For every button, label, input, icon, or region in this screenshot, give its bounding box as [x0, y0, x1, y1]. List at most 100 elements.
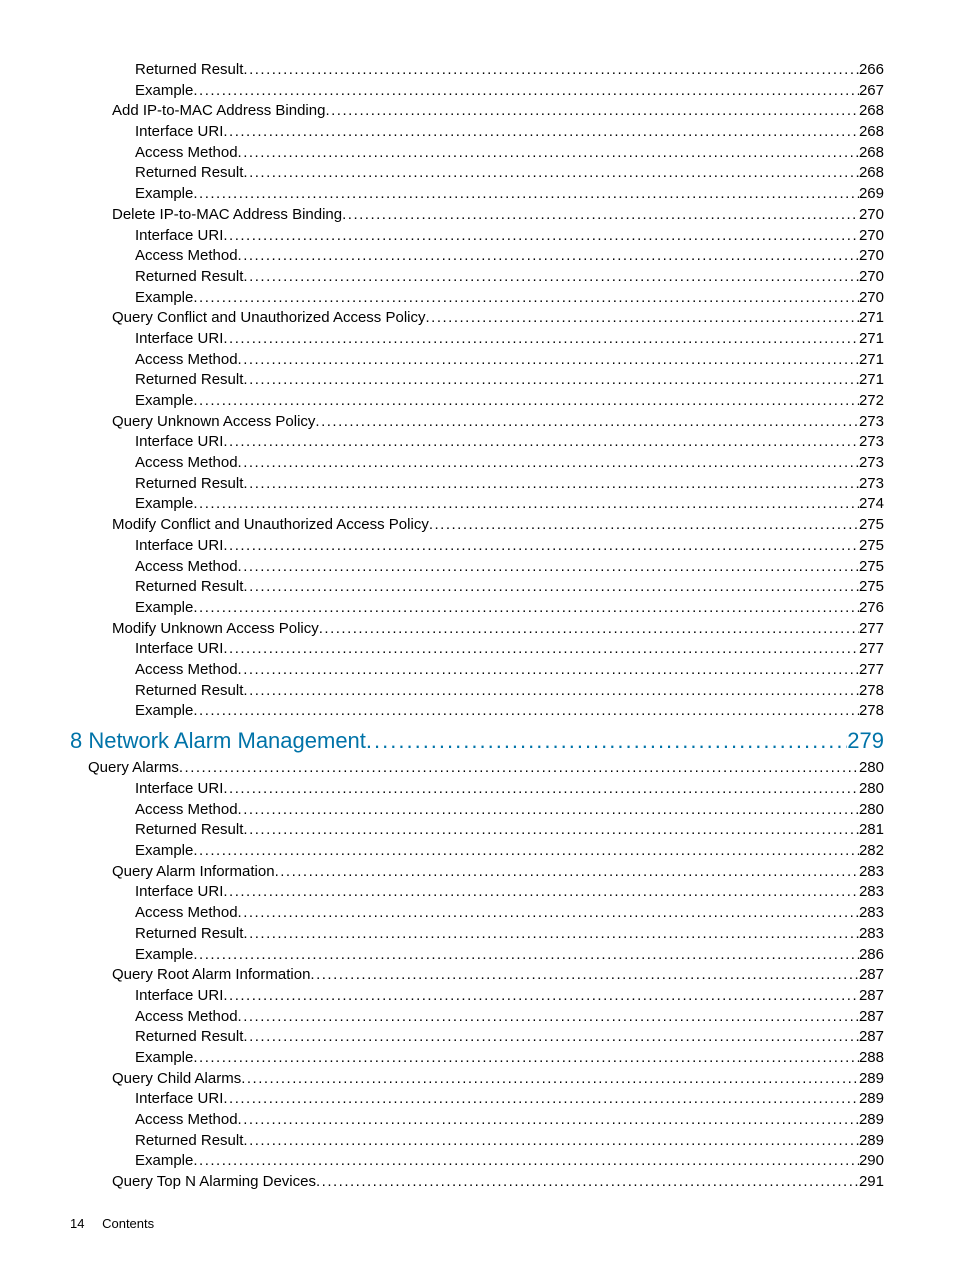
toc-entry[interactable]: Interface URI270: [70, 226, 884, 247]
toc-entry-page: 270: [859, 205, 884, 226]
toc-entry-page: 289: [859, 1131, 884, 1152]
toc-entry-label: Returned Result: [135, 1131, 243, 1152]
toc-dot-leader: [243, 577, 859, 598]
toc-dot-leader: [238, 800, 859, 821]
toc-entry[interactable]: Access Method289: [70, 1110, 884, 1131]
toc-entry[interactable]: Add IP-to-MAC Address Binding268: [70, 101, 884, 122]
toc-entry[interactable]: Access Method270: [70, 246, 884, 267]
toc-entry[interactable]: Interface URI287: [70, 986, 884, 1007]
toc-entry-label: Example: [135, 391, 193, 412]
toc-entry-page: 268: [859, 101, 884, 122]
toc-entry[interactable]: Returned Result 289: [70, 1131, 884, 1152]
toc-entry[interactable]: Returned Result271: [70, 370, 884, 391]
toc-entry-page: 286: [859, 945, 884, 966]
toc-entry[interactable]: Returned Result278: [70, 681, 884, 702]
toc-entry[interactable]: Query Alarms280: [70, 758, 884, 779]
toc-entry-page: 270: [859, 246, 884, 267]
toc-dot-leader: [193, 598, 859, 619]
toc-entry-page: 283: [859, 882, 884, 903]
toc-entry[interactable]: Query Top N Alarming Devices 291: [70, 1172, 884, 1193]
toc-dot-leader: [243, 681, 859, 702]
toc-entry[interactable]: Example286: [70, 945, 884, 966]
toc-entry[interactable]: Returned Result287: [70, 1027, 884, 1048]
toc-entry-label: Query Alarm Information: [112, 862, 275, 883]
toc-entry[interactable]: Returned Result268: [70, 163, 884, 184]
toc-entry[interactable]: 8 Network Alarm Management279: [70, 726, 884, 756]
toc-dot-leader: [238, 350, 859, 371]
toc-entry[interactable]: Query Child Alarms289: [70, 1069, 884, 1090]
toc-entry[interactable]: Example282: [70, 841, 884, 862]
toc-entry-page: 273: [859, 474, 884, 495]
toc-entry-label: Interface URI: [135, 986, 223, 1007]
toc-entry-label: Modify Conflict and Unauthorized Access …: [112, 515, 429, 536]
toc-entry[interactable]: Access Method268: [70, 143, 884, 164]
toc-entry[interactable]: Interface URI289: [70, 1089, 884, 1110]
toc-entry[interactable]: Access Method280: [70, 800, 884, 821]
toc-entry[interactable]: Example272: [70, 391, 884, 412]
toc-entry[interactable]: Returned Result275: [70, 577, 884, 598]
toc-dot-leader: [193, 1048, 859, 1069]
toc-entry[interactable]: Returned Result266: [70, 60, 884, 81]
toc-entry[interactable]: Access Method283: [70, 903, 884, 924]
toc-entry-label: Query Unknown Access Policy: [112, 412, 315, 433]
toc-entry-label: Returned Result: [135, 681, 243, 702]
toc-entry[interactable]: Example288: [70, 1048, 884, 1069]
toc-entry[interactable]: Interface URI283: [70, 882, 884, 903]
toc-dot-leader: [193, 288, 859, 309]
toc-entry[interactable]: Access Method287: [70, 1007, 884, 1028]
toc-entry[interactable]: Modify Conflict and Unauthorized Access …: [70, 515, 884, 536]
toc-dot-leader: [223, 536, 859, 557]
toc-dot-leader: [223, 779, 859, 800]
toc-entry-page: 277: [859, 660, 884, 681]
toc-entry[interactable]: Interface URI275: [70, 536, 884, 557]
toc-entry[interactable]: Interface URI273: [70, 432, 884, 453]
toc-entry-page: 289: [859, 1069, 884, 1090]
toc-entry-page: 291: [859, 1172, 884, 1193]
toc-dot-leader: [238, 143, 859, 164]
toc-entry[interactable]: Modify Unknown Access Policy277: [70, 619, 884, 640]
toc-entry-page: 274: [859, 494, 884, 515]
toc-entry[interactable]: Access Method273: [70, 453, 884, 474]
toc-entry[interactable]: Access Method275: [70, 557, 884, 578]
toc-dot-leader: [315, 412, 859, 433]
toc-entry[interactable]: Interface URI277: [70, 639, 884, 660]
toc-entry[interactable]: Query Conflict and Unauthorized Access P…: [70, 308, 884, 329]
toc-entry[interactable]: Access Method277: [70, 660, 884, 681]
toc-entry[interactable]: Query Alarm Information283: [70, 862, 884, 883]
toc-entry[interactable]: Interface URI280: [70, 779, 884, 800]
toc-entry-label: Interface URI: [135, 122, 223, 143]
toc-entry-page: 273: [859, 412, 884, 433]
toc-entry[interactable]: Example 274: [70, 494, 884, 515]
toc-entry[interactable]: Query Unknown Access Policy 273: [70, 412, 884, 433]
toc-entry[interactable]: Example278: [70, 701, 884, 722]
toc-entry-label: Query Top N Alarming Devices: [112, 1172, 316, 1193]
toc-entry-page: 271: [859, 350, 884, 371]
toc-entry[interactable]: Query Root Alarm Information287: [70, 965, 884, 986]
toc-entry-label: Access Method: [135, 453, 238, 474]
toc-entry[interactable]: Returned Result283: [70, 924, 884, 945]
toc-dot-leader: [243, 267, 859, 288]
toc-entry[interactable]: Access Method271: [70, 350, 884, 371]
toc-entry-label: Example: [135, 494, 193, 515]
toc-entry-page: 290: [859, 1151, 884, 1172]
toc-entry[interactable]: Example276: [70, 598, 884, 619]
toc-entry[interactable]: Returned Result281: [70, 820, 884, 841]
toc-entry[interactable]: Example270: [70, 288, 884, 309]
toc-entry-page: 287: [859, 1007, 884, 1028]
toc-entry[interactable]: Interface URI268: [70, 122, 884, 143]
toc-entry-label: Example: [135, 1048, 193, 1069]
toc-entry[interactable]: Example269: [70, 184, 884, 205]
toc-dot-leader: [325, 101, 859, 122]
toc-entry[interactable]: Returned Result273: [70, 474, 884, 495]
toc-dot-leader: [223, 122, 859, 143]
toc-entry[interactable]: Example290: [70, 1151, 884, 1172]
table-of-contents: Returned Result266Example267Add IP-to-MA…: [70, 60, 884, 1193]
toc-entry-label: Delete IP-to-MAC Address Binding: [112, 205, 342, 226]
toc-entry[interactable]: Interface URI271: [70, 329, 884, 350]
toc-entry[interactable]: Example267: [70, 81, 884, 102]
toc-entry[interactable]: Delete IP-to-MAC Address Binding 270: [70, 205, 884, 226]
toc-entry-page: 283: [859, 903, 884, 924]
toc-entry-label: Returned Result: [135, 163, 243, 184]
toc-entry[interactable]: Returned Result270: [70, 267, 884, 288]
toc-entry-page: 269: [859, 184, 884, 205]
